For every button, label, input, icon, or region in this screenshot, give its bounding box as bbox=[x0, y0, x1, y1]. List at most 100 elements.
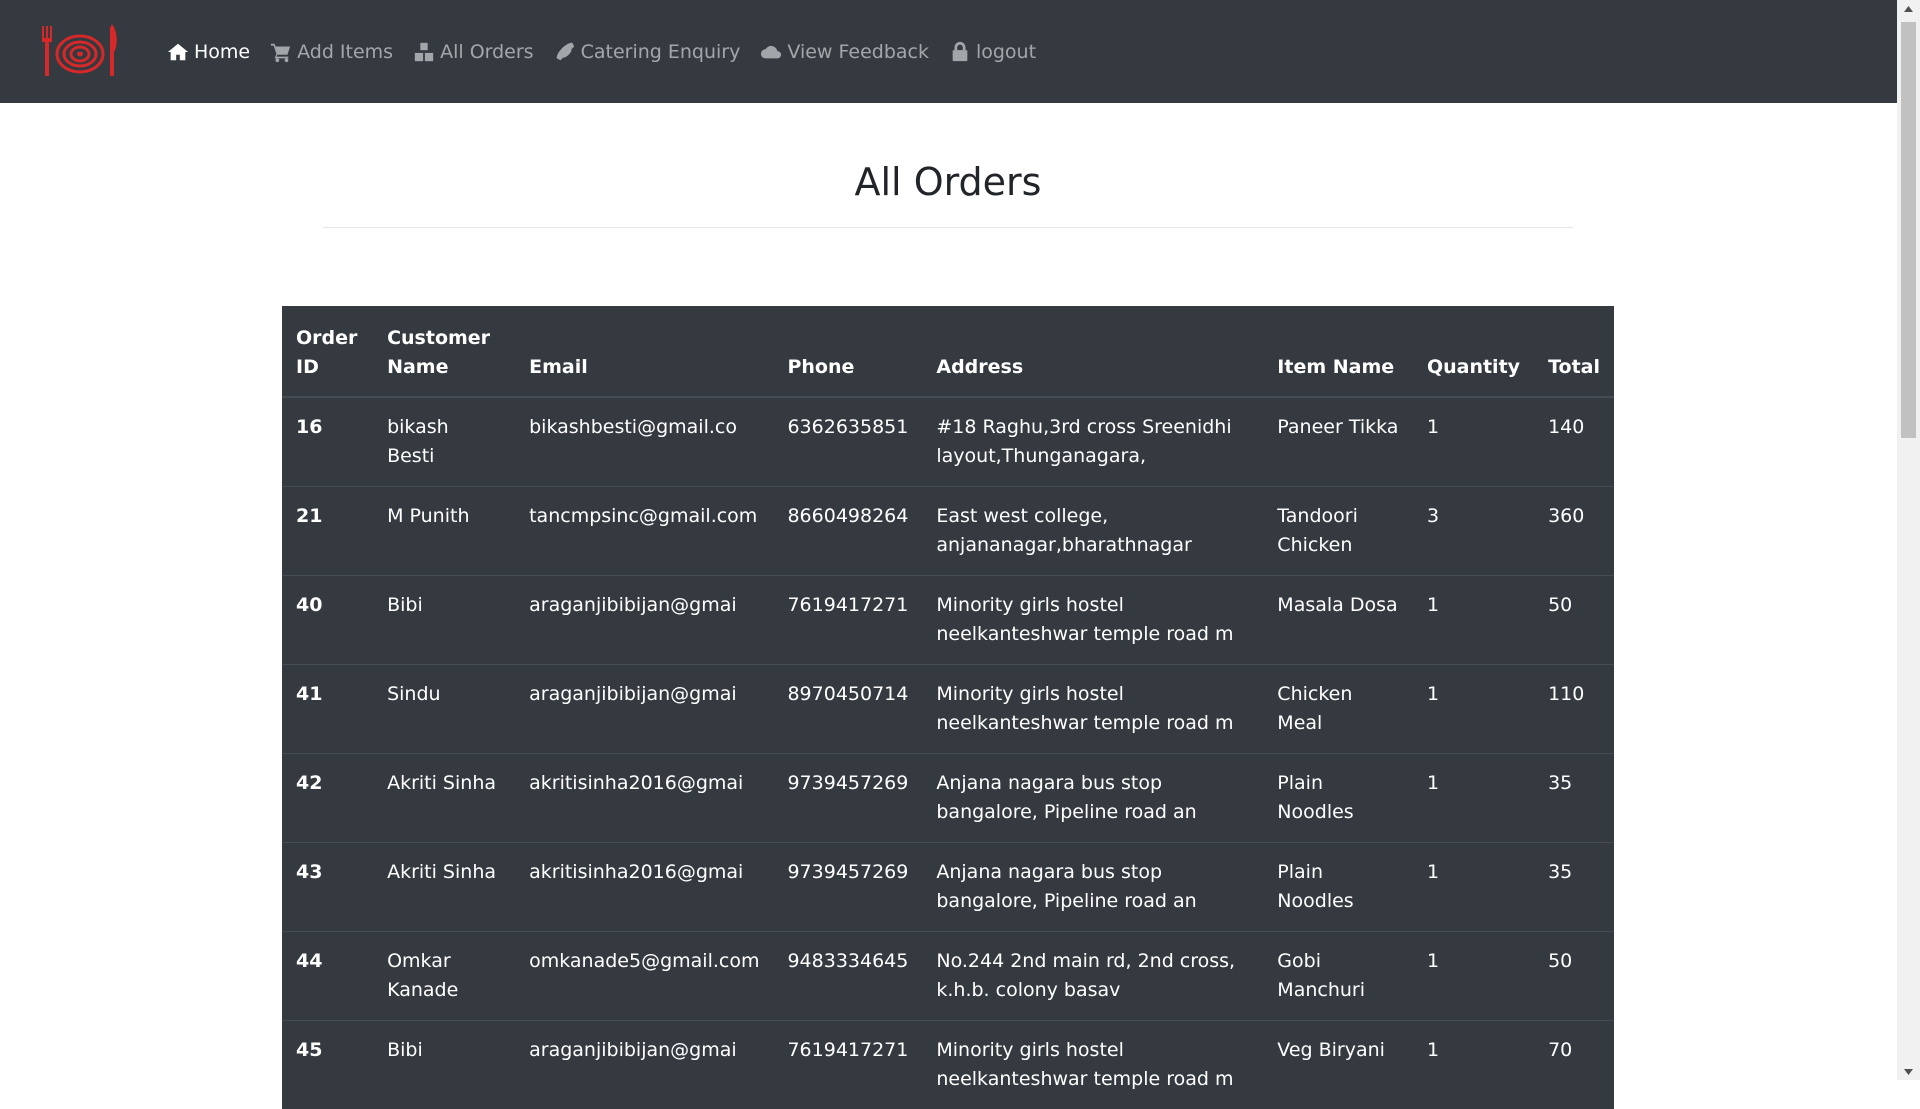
cell-email: tancmpsinc@gmail.com bbox=[515, 487, 773, 576]
nav-home[interactable]: Home bbox=[167, 41, 250, 63]
nav-logout-label: logout bbox=[976, 41, 1036, 63]
cell-item-name: Masala Dosa bbox=[1263, 576, 1413, 665]
nav-all-orders[interactable]: All Orders bbox=[413, 41, 534, 63]
cell-quantity: 1 bbox=[1413, 932, 1534, 1021]
cell-item-name: Plain Noodles bbox=[1263, 754, 1413, 843]
cell-address: Minority girls hostel neelkanteshwar tem… bbox=[922, 665, 1263, 754]
cell-email: omkanade5@gmail.com bbox=[515, 932, 773, 1021]
cell-quantity: 1 bbox=[1413, 843, 1534, 932]
cell-total: 50 bbox=[1534, 576, 1614, 665]
cell-order-id: 41 bbox=[282, 665, 373, 754]
top-navbar: Home Add Items All Orders Catering Enqui… bbox=[0, 0, 1897, 103]
cubes-icon bbox=[413, 41, 435, 63]
col-email: Email bbox=[515, 306, 773, 397]
table-row: 45Bibiaraganjibibijan@gmai7619417271Mino… bbox=[282, 1021, 1614, 1109]
scroll-thumb[interactable] bbox=[1901, 22, 1916, 438]
table-row: 43Akriti Sinhaakritisinha2016@gmai973945… bbox=[282, 843, 1614, 932]
cell-customer-name: Akriti Sinha bbox=[373, 843, 515, 932]
cell-total: 50 bbox=[1534, 932, 1614, 1021]
cell-order-id: 42 bbox=[282, 754, 373, 843]
cell-customer-name: Bibi bbox=[373, 576, 515, 665]
cell-order-id: 43 bbox=[282, 843, 373, 932]
cell-total: 110 bbox=[1534, 665, 1614, 754]
nav-all-orders-label: All Orders bbox=[440, 41, 534, 63]
phone-icon bbox=[554, 41, 576, 63]
cell-quantity: 1 bbox=[1413, 665, 1534, 754]
cell-quantity: 1 bbox=[1413, 576, 1534, 665]
cell-phone: 8970450714 bbox=[773, 665, 922, 754]
cell-phone: 9483334645 bbox=[773, 932, 922, 1021]
orders-table: Order ID Customer Name Email Phone Addre… bbox=[282, 306, 1614, 1109]
table-header: Order ID Customer Name Email Phone Addre… bbox=[282, 306, 1614, 397]
home-icon bbox=[167, 41, 189, 63]
cell-phone: 6362635851 bbox=[773, 397, 922, 487]
lock-icon bbox=[949, 41, 971, 63]
cell-item-name: Tandoori Chicken bbox=[1263, 487, 1413, 576]
nav-add-items[interactable]: Add Items bbox=[270, 41, 393, 63]
cell-customer-name: Omkar Kanade bbox=[373, 932, 515, 1021]
col-address: Address bbox=[922, 306, 1263, 397]
cell-phone: 9739457269 bbox=[773, 754, 922, 843]
cell-email: araganjibibijan@gmai bbox=[515, 1021, 773, 1109]
cell-total: 140 bbox=[1534, 397, 1614, 487]
cell-phone: 8660498264 bbox=[773, 487, 922, 576]
title-divider bbox=[323, 227, 1573, 228]
col-quantity: Quantity bbox=[1413, 306, 1534, 397]
cell-address: Minority girls hostel neelkanteshwar tem… bbox=[922, 1021, 1263, 1109]
cell-address: Anjana nagara bus stop bangalore, Pipeli… bbox=[922, 754, 1263, 843]
cell-quantity: 3 bbox=[1413, 487, 1534, 576]
cell-address: Minority girls hostel neelkanteshwar tem… bbox=[922, 576, 1263, 665]
cell-total: 35 bbox=[1534, 843, 1614, 932]
col-customer-name: Customer Name bbox=[373, 306, 515, 397]
cart-icon bbox=[270, 41, 292, 63]
nav-view-feedback[interactable]: View Feedback bbox=[760, 41, 929, 63]
cell-customer-name: Akriti Sinha bbox=[373, 754, 515, 843]
scroll-down-arrow-icon[interactable] bbox=[1897, 1063, 1920, 1080]
nav-view-feedback-label: View Feedback bbox=[787, 41, 929, 63]
cell-address: #18 Raghu,3rd cross Sreenidhi layout,Thu… bbox=[922, 397, 1263, 487]
cell-item-name: Paneer Tikka bbox=[1263, 397, 1413, 487]
cell-address: East west college, anjananagar,bharathna… bbox=[922, 487, 1263, 576]
cell-customer-name: Sindu bbox=[373, 665, 515, 754]
cell-order-id: 21 bbox=[282, 487, 373, 576]
cell-order-id: 40 bbox=[282, 576, 373, 665]
table-row: 40Bibiaraganjibibijan@gmai7619417271Mino… bbox=[282, 576, 1614, 665]
cell-total: 70 bbox=[1534, 1021, 1614, 1109]
cell-quantity: 1 bbox=[1413, 1021, 1534, 1109]
nav-home-label: Home bbox=[194, 41, 250, 63]
cell-total: 360 bbox=[1534, 487, 1614, 576]
cell-item-name: Gobi Manchuri bbox=[1263, 932, 1413, 1021]
cell-email: araganjibibijan@gmai bbox=[515, 665, 773, 754]
cell-total: 35 bbox=[1534, 754, 1614, 843]
cell-email: akritisinha2016@gmai bbox=[515, 843, 773, 932]
cell-address: Anjana nagara bus stop bangalore, Pipeli… bbox=[922, 843, 1263, 932]
cell-email: akritisinha2016@gmai bbox=[515, 754, 773, 843]
cell-order-id: 16 bbox=[282, 397, 373, 487]
cell-phone: 9739457269 bbox=[773, 843, 922, 932]
table-row: 16bikash Bestibikashbesti@gmail.co636263… bbox=[282, 397, 1614, 487]
nav-catering-enquiry[interactable]: Catering Enquiry bbox=[554, 41, 741, 63]
cell-item-name: Plain Noodles bbox=[1263, 843, 1413, 932]
cell-order-id: 45 bbox=[282, 1021, 373, 1109]
cell-item-name: Chicken Meal bbox=[1263, 665, 1413, 754]
page-title: All Orders bbox=[323, 160, 1573, 204]
table-row: 41Sinduaraganjibibijan@gmai8970450714Min… bbox=[282, 665, 1614, 754]
nav-add-items-label: Add Items bbox=[297, 41, 393, 63]
table-body: 16bikash Bestibikashbesti@gmail.co636263… bbox=[282, 397, 1614, 1109]
header-row: Order ID Customer Name Email Phone Addre… bbox=[282, 306, 1614, 397]
cell-order-id: 44 bbox=[282, 932, 373, 1021]
scroll-up-arrow-icon[interactable] bbox=[1897, 0, 1920, 17]
cell-quantity: 1 bbox=[1413, 397, 1534, 487]
col-item-name: Item Name bbox=[1263, 306, 1413, 397]
table-row: 44Omkar Kanadeomkanade5@gmail.com9483334… bbox=[282, 932, 1614, 1021]
cloud-icon bbox=[760, 41, 782, 63]
plate-utensils-icon bbox=[34, 22, 124, 80]
restaurant-logo[interactable] bbox=[34, 22, 124, 80]
cell-email: bikashbesti@gmail.co bbox=[515, 397, 773, 487]
cell-quantity: 1 bbox=[1413, 754, 1534, 843]
col-total: Total bbox=[1534, 306, 1614, 397]
nav-catering-enquiry-label: Catering Enquiry bbox=[581, 41, 741, 63]
cell-email: araganjibibijan@gmai bbox=[515, 576, 773, 665]
nav-logout[interactable]: logout bbox=[949, 41, 1036, 63]
vertical-scrollbar[interactable] bbox=[1897, 0, 1920, 1080]
